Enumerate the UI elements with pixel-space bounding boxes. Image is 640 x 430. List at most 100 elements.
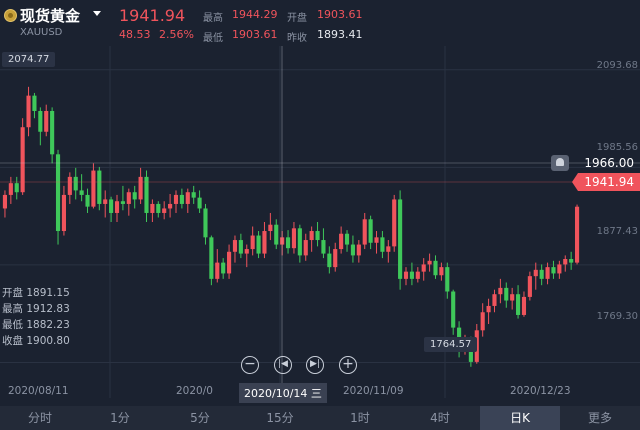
candle-body (262, 231, 267, 254)
tab-4hour[interactable]: 4时 (400, 406, 480, 430)
candle-body (297, 228, 302, 256)
candle-body (421, 264, 426, 272)
step-forward-button[interactable]: ▶| (306, 356, 324, 374)
candle-body (315, 231, 320, 241)
y-tick: 1769.30 (596, 311, 638, 322)
prev-close-value: 1893.41 (317, 28, 363, 41)
candle-body (215, 262, 220, 279)
candle-body (445, 267, 450, 292)
candle-body (569, 259, 574, 263)
candle-body (168, 203, 173, 209)
ohlc-low: 最低 1882.23 (2, 319, 70, 331)
candle-body (162, 208, 167, 213)
candle-body (516, 294, 521, 315)
min-price-tag: 1764.57 (424, 337, 478, 352)
x-tick: 2020/11/09 (343, 385, 404, 397)
candle-body (14, 183, 19, 193)
crosshair-date: 2020/10/14 三 (239, 383, 327, 403)
y-tick: 1877.43 (596, 226, 638, 237)
candle-body (362, 219, 367, 245)
candle-body (504, 287, 509, 301)
candle-body (451, 291, 456, 328)
candle-body (333, 249, 338, 268)
high-label: 最高 (203, 13, 223, 24)
open-label: 开盘 (287, 13, 307, 24)
candle-body (433, 260, 438, 276)
candle-body (551, 267, 556, 274)
candle-body (327, 253, 332, 268)
candle-body (256, 235, 261, 254)
candle-body (510, 294, 515, 301)
chart-grid (0, 46, 640, 398)
tab-1hour[interactable]: 1时 (320, 406, 400, 430)
step-back-button[interactable]: |◀ (274, 356, 292, 374)
candle-body (563, 259, 568, 265)
candle-body (109, 199, 114, 213)
candle-body (203, 208, 208, 238)
candles-layer (2, 86, 580, 367)
candle-body (380, 237, 385, 252)
tab-5min[interactable]: 5分 (160, 406, 240, 430)
candle-body (244, 249, 249, 254)
candle-body (309, 231, 314, 241)
candle-body (238, 240, 243, 254)
ohlc-open: 开盘 1891.15 (2, 287, 70, 299)
candle-body (173, 194, 179, 204)
candle-body (50, 110, 55, 155)
candle-body (55, 154, 61, 232)
zoom-in-button[interactable]: + (339, 356, 357, 374)
candle-body (339, 233, 344, 250)
candle-body (321, 240, 326, 254)
open-value: 1903.61 (317, 8, 363, 21)
candle-body (44, 110, 49, 132)
prev-close-label: 昨收 (287, 33, 307, 44)
candle-body (533, 269, 538, 277)
candle-body (221, 262, 226, 274)
candle-body (498, 287, 503, 295)
candle-body (545, 267, 550, 279)
bell-icon[interactable] (551, 155, 569, 171)
candle-body (156, 203, 161, 213)
tab-daily[interactable]: 日K (480, 406, 560, 430)
low-label: 最低 (203, 33, 223, 44)
zoom-out-button[interactable]: − (241, 356, 259, 374)
candle-body (492, 294, 497, 306)
tab-15min[interactable]: 15分 (240, 406, 320, 430)
candle-body (374, 237, 379, 243)
low-value: 1903.61 (232, 28, 278, 41)
candle-body (557, 264, 562, 274)
candle-body (439, 267, 444, 276)
y-tick: 2093.68 (596, 60, 638, 71)
candle-body (179, 194, 184, 204)
candle-body (26, 95, 31, 128)
candle-body (209, 237, 214, 279)
candle-body (185, 192, 190, 204)
change-value: 48.53 (119, 28, 151, 41)
gold-coin-icon (4, 9, 17, 22)
tab-more[interactable]: 更多 (560, 406, 640, 430)
candle-body (521, 296, 527, 315)
candle-body (232, 240, 238, 252)
symbol-name[interactable]: 现货黄金 (20, 5, 80, 26)
candle-body (20, 127, 25, 193)
candle-body (539, 269, 544, 279)
candle-body (274, 224, 279, 245)
tab-timeshare[interactable]: 分时 (0, 406, 80, 430)
chevron-down-icon[interactable] (93, 11, 101, 16)
candle-body (97, 170, 102, 204)
candle-body (285, 237, 291, 249)
candle-body (114, 201, 120, 213)
candle-body (392, 199, 397, 247)
current-price-tag: 1941.94 (572, 173, 640, 191)
candle-body (197, 197, 202, 209)
candle-body (527, 276, 532, 297)
candle-body (67, 176, 72, 195)
tab-1min[interactable]: 1分 (80, 406, 160, 430)
candle-body (8, 183, 13, 195)
candle-body (138, 176, 143, 200)
candle-body (250, 235, 255, 250)
candle-body (386, 246, 391, 252)
candle-body (132, 192, 137, 200)
ohlc-close: 收盘 1900.80 (2, 335, 70, 347)
candle-body (398, 199, 403, 279)
